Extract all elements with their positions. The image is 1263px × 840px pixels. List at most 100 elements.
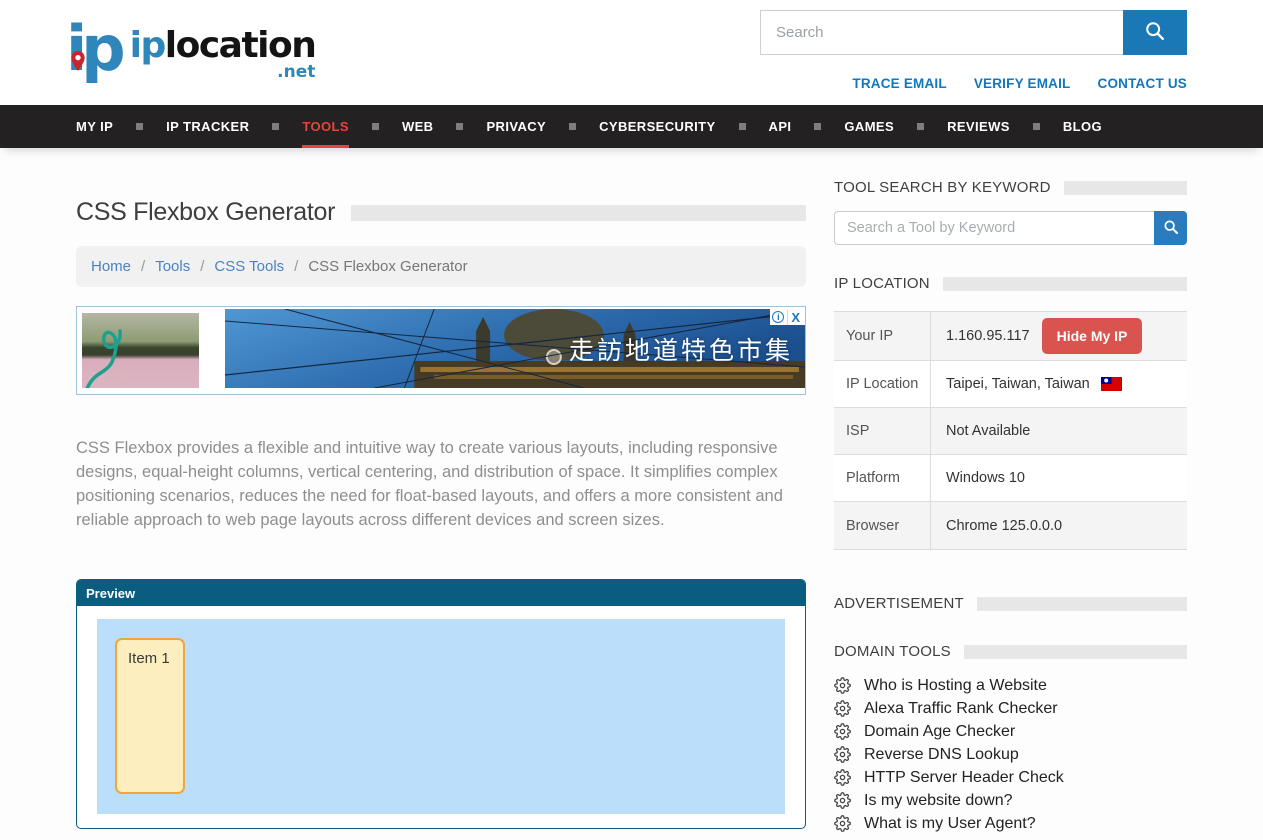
domain-tool-link[interactable]: Domain Age Checker — [864, 724, 1015, 740]
logo-tld: .net — [130, 64, 316, 81]
heading-decor-bar — [964, 645, 1187, 659]
row-label: ISP — [834, 408, 931, 454]
domain-tool-link[interactable]: Is my website down? — [864, 793, 1013, 809]
ip-location-heading: IP LOCATION — [834, 275, 930, 292]
list-item: HTTP Server Header Check — [834, 769, 1187, 786]
nav-separator — [917, 123, 924, 130]
tool-description: CSS Flexbox provides a flexible and intu… — [76, 436, 806, 532]
main-nav: MY IP IP TRACKER TOOLS WEB PRIVACY CYBER… — [0, 105, 1263, 148]
main-content: CSS Flexbox Generator Home / Tools / CSS… — [76, 148, 806, 838]
advertisement-heading-row: ADVERTISEMENT — [834, 595, 1187, 612]
preview-panel: Preview Item 1 — [76, 579, 806, 829]
row-label: Your IP — [834, 312, 931, 360]
site-search-input[interactable] — [760, 10, 1123, 55]
gear-icon — [834, 700, 851, 717]
gear-icon — [834, 815, 851, 832]
search-icon — [1144, 20, 1166, 45]
ip-location-heading-row: IP LOCATION — [834, 275, 1187, 292]
breadcrumb-home[interactable]: Home — [91, 258, 131, 275]
nav-item-my-ip[interactable]: MY IP — [76, 105, 113, 148]
row-label: IP Location — [834, 361, 931, 407]
row-label: Platform — [834, 455, 931, 501]
nav-item-cybersecurity[interactable]: CYBERSECURITY — [599, 105, 715, 148]
list-item: Who is Hosting a Website — [834, 677, 1187, 694]
site-header: ip iplocation .net TRACE EMAIL — [0, 0, 1263, 105]
search-icon — [1163, 219, 1179, 238]
nav-item-api[interactable]: API — [769, 105, 792, 148]
domain-tools-list: Who is Hosting a Website Alexa Traffic R… — [834, 677, 1187, 832]
list-item: Is my website down? — [834, 792, 1187, 809]
breadcrumb: Home / Tools / CSS Tools / CSS Flexbox G… — [76, 246, 806, 287]
site-search-button[interactable] — [1123, 10, 1187, 55]
nav-item-games[interactable]: GAMES — [844, 105, 894, 148]
page-title: CSS Flexbox Generator — [76, 198, 335, 227]
nav-item-ip-tracker[interactable]: IP TRACKER — [166, 105, 249, 148]
logo-mark: ip — [66, 10, 130, 88]
domain-tool-link[interactable]: HTTP Server Header Check — [864, 770, 1064, 786]
gear-icon — [834, 792, 851, 809]
nav-separator — [372, 123, 379, 130]
domain-tool-link[interactable]: Alexa Traffic Rank Checker — [864, 701, 1058, 717]
ad-controls: i X — [770, 309, 805, 325]
ad-banner: 走訪地道特色市集 i X — [76, 306, 806, 395]
platform-value: Windows 10 — [946, 470, 1025, 486]
gear-icon — [834, 746, 851, 763]
advertisement-heading: ADVERTISEMENT — [834, 595, 964, 612]
domain-tool-link[interactable]: What is my User Agent? — [864, 816, 1036, 832]
list-item: Alexa Traffic Rank Checker — [834, 700, 1187, 717]
breadcrumb-separator: / — [200, 258, 204, 275]
site-logo[interactable]: ip iplocation .net — [66, 10, 315, 88]
nav-item-tools[interactable]: TOOLS — [302, 105, 349, 148]
logo-wordmark: iplocation .net — [130, 26, 316, 81]
nav-item-privacy[interactable]: PRIVACY — [486, 105, 546, 148]
taiwan-flag-icon — [1101, 377, 1122, 391]
your-ip-value: 1.160.95.117 — [946, 328, 1030, 344]
nav-separator — [739, 123, 746, 130]
tool-search — [834, 211, 1187, 245]
location-pin-icon — [70, 12, 86, 90]
nav-item-web[interactable]: WEB — [402, 105, 434, 148]
logo-word-location: location — [165, 25, 316, 66]
ad-close-icon[interactable]: X — [787, 310, 803, 325]
preview-panel-header: Preview — [77, 580, 805, 606]
tool-search-button[interactable] — [1154, 211, 1187, 245]
breadcrumb-css-tools[interactable]: CSS Tools — [214, 258, 284, 275]
domain-tool-link[interactable]: Who is Hosting a Website — [864, 678, 1047, 694]
site-search — [760, 10, 1187, 55]
list-item: Reverse DNS Lookup — [834, 746, 1187, 763]
ip-location-table: Your IP 1.160.95.117 Hide My IP IP Locat… — [834, 311, 1187, 550]
domain-tool-link[interactable]: Reverse DNS Lookup — [864, 747, 1019, 763]
ad-caption: 走訪地道特色市集 — [569, 331, 793, 367]
table-row: Browser Chrome 125.0.0.0 — [834, 502, 1187, 549]
tool-search-input[interactable] — [834, 211, 1154, 245]
table-row: IP Location Taipei, Taiwan, Taiwan — [834, 361, 1187, 408]
table-row: Platform Windows 10 — [834, 455, 1187, 502]
nav-separator — [272, 123, 279, 130]
nav-separator — [456, 123, 463, 130]
flex-preview-item: Item 1 — [115, 638, 185, 794]
hide-my-ip-button[interactable]: Hide My IP — [1042, 318, 1143, 354]
nav-separator — [136, 123, 143, 130]
breadcrumb-tools[interactable]: Tools — [155, 258, 190, 275]
nav-item-reviews[interactable]: REVIEWS — [947, 105, 1010, 148]
browser-value: Chrome 125.0.0.0 — [946, 518, 1062, 534]
breadcrumb-separator: / — [141, 258, 145, 275]
verify-email-link[interactable]: VERIFY EMAIL — [974, 76, 1071, 91]
nav-separator — [569, 123, 576, 130]
ad-image-main[interactable]: 走訪地道特色市集 i X — [225, 309, 805, 388]
contact-us-link[interactable]: CONTACT US — [1098, 76, 1188, 91]
nav-item-blog[interactable]: BLOG — [1063, 105, 1102, 148]
sidebar: TOOL SEARCH BY KEYWORD IP LOCATION Your … — [834, 148, 1187, 838]
breadcrumb-separator: / — [294, 258, 298, 275]
table-row: ISP Not Available — [834, 408, 1187, 455]
domain-tools-heading: DOMAIN TOOLS — [834, 643, 951, 660]
nav-separator — [814, 123, 821, 130]
list-item: What is my User Agent? — [834, 815, 1187, 832]
tool-search-heading: TOOL SEARCH BY KEYWORD — [834, 179, 1051, 196]
ad-image-left[interactable] — [82, 313, 199, 386]
heading-decor-bar — [977, 597, 1187, 611]
row-label: Browser — [834, 502, 931, 549]
ad-info-icon[interactable]: i — [772, 311, 784, 323]
flex-preview-container: Item 1 — [97, 619, 785, 814]
trace-email-link[interactable]: TRACE EMAIL — [852, 76, 946, 91]
